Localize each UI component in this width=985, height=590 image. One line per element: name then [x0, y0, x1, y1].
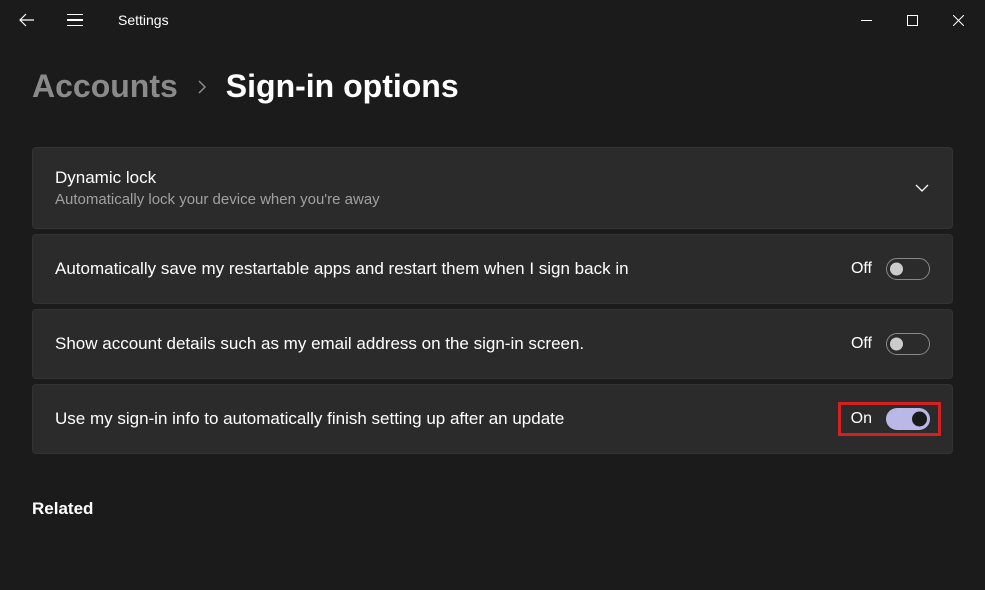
content-area: Accounts Sign-in options Dynamic lock Au…	[0, 68, 985, 519]
dynamic-lock-title: Dynamic lock	[55, 168, 914, 188]
setting-text: Dynamic lock Automatically lock your dev…	[55, 168, 914, 208]
account-details-label: Show account details such as my email ad…	[55, 334, 584, 354]
back-arrow-icon	[18, 11, 36, 29]
hamburger-line-icon	[67, 19, 83, 21]
chevron-down-icon	[914, 183, 930, 193]
chevron-right-icon	[196, 79, 208, 95]
dynamic-lock-subtitle: Automatically lock your device when you'…	[55, 191, 914, 208]
close-icon	[953, 15, 964, 26]
restart-apps-toggle-container: Off	[851, 258, 930, 280]
restart-apps-label: Automatically save my restartable apps a…	[55, 259, 629, 279]
maximize-icon	[907, 15, 918, 26]
breadcrumb-current: Sign-in options	[226, 68, 459, 105]
back-button[interactable]	[12, 5, 42, 35]
titlebar-left: Settings	[12, 5, 169, 35]
sign-in-info-card: Use my sign-in info to automatically fin…	[32, 384, 953, 454]
window-controls	[843, 4, 981, 36]
hamburger-menu-button[interactable]	[60, 5, 90, 35]
restart-apps-state: Off	[851, 260, 872, 278]
highlight-box: On	[838, 402, 941, 436]
breadcrumb: Accounts Sign-in options	[32, 68, 953, 105]
minimize-icon	[861, 15, 872, 26]
account-details-toggle[interactable]	[886, 333, 930, 355]
restart-apps-card: Automatically save my restartable apps a…	[32, 234, 953, 304]
sign-in-info-label: Use my sign-in info to automatically fin…	[55, 409, 564, 429]
related-section: Related	[32, 499, 953, 519]
app-title: Settings	[118, 12, 169, 28]
hamburger-line-icon	[67, 14, 83, 16]
sign-in-info-state: On	[851, 410, 872, 428]
minimize-button[interactable]	[843, 4, 889, 36]
account-details-card: Show account details such as my email ad…	[32, 309, 953, 379]
hamburger-line-icon	[67, 25, 83, 27]
account-details-state: Off	[851, 335, 872, 353]
maximize-button[interactable]	[889, 4, 935, 36]
related-title: Related	[32, 499, 953, 519]
close-button[interactable]	[935, 4, 981, 36]
titlebar: Settings	[0, 0, 985, 40]
dynamic-lock-card[interactable]: Dynamic lock Automatically lock your dev…	[32, 147, 953, 229]
restart-apps-toggle[interactable]	[886, 258, 930, 280]
sign-in-info-toggle[interactable]	[886, 408, 930, 430]
account-details-toggle-container: Off	[851, 333, 930, 355]
breadcrumb-parent[interactable]: Accounts	[32, 68, 178, 105]
